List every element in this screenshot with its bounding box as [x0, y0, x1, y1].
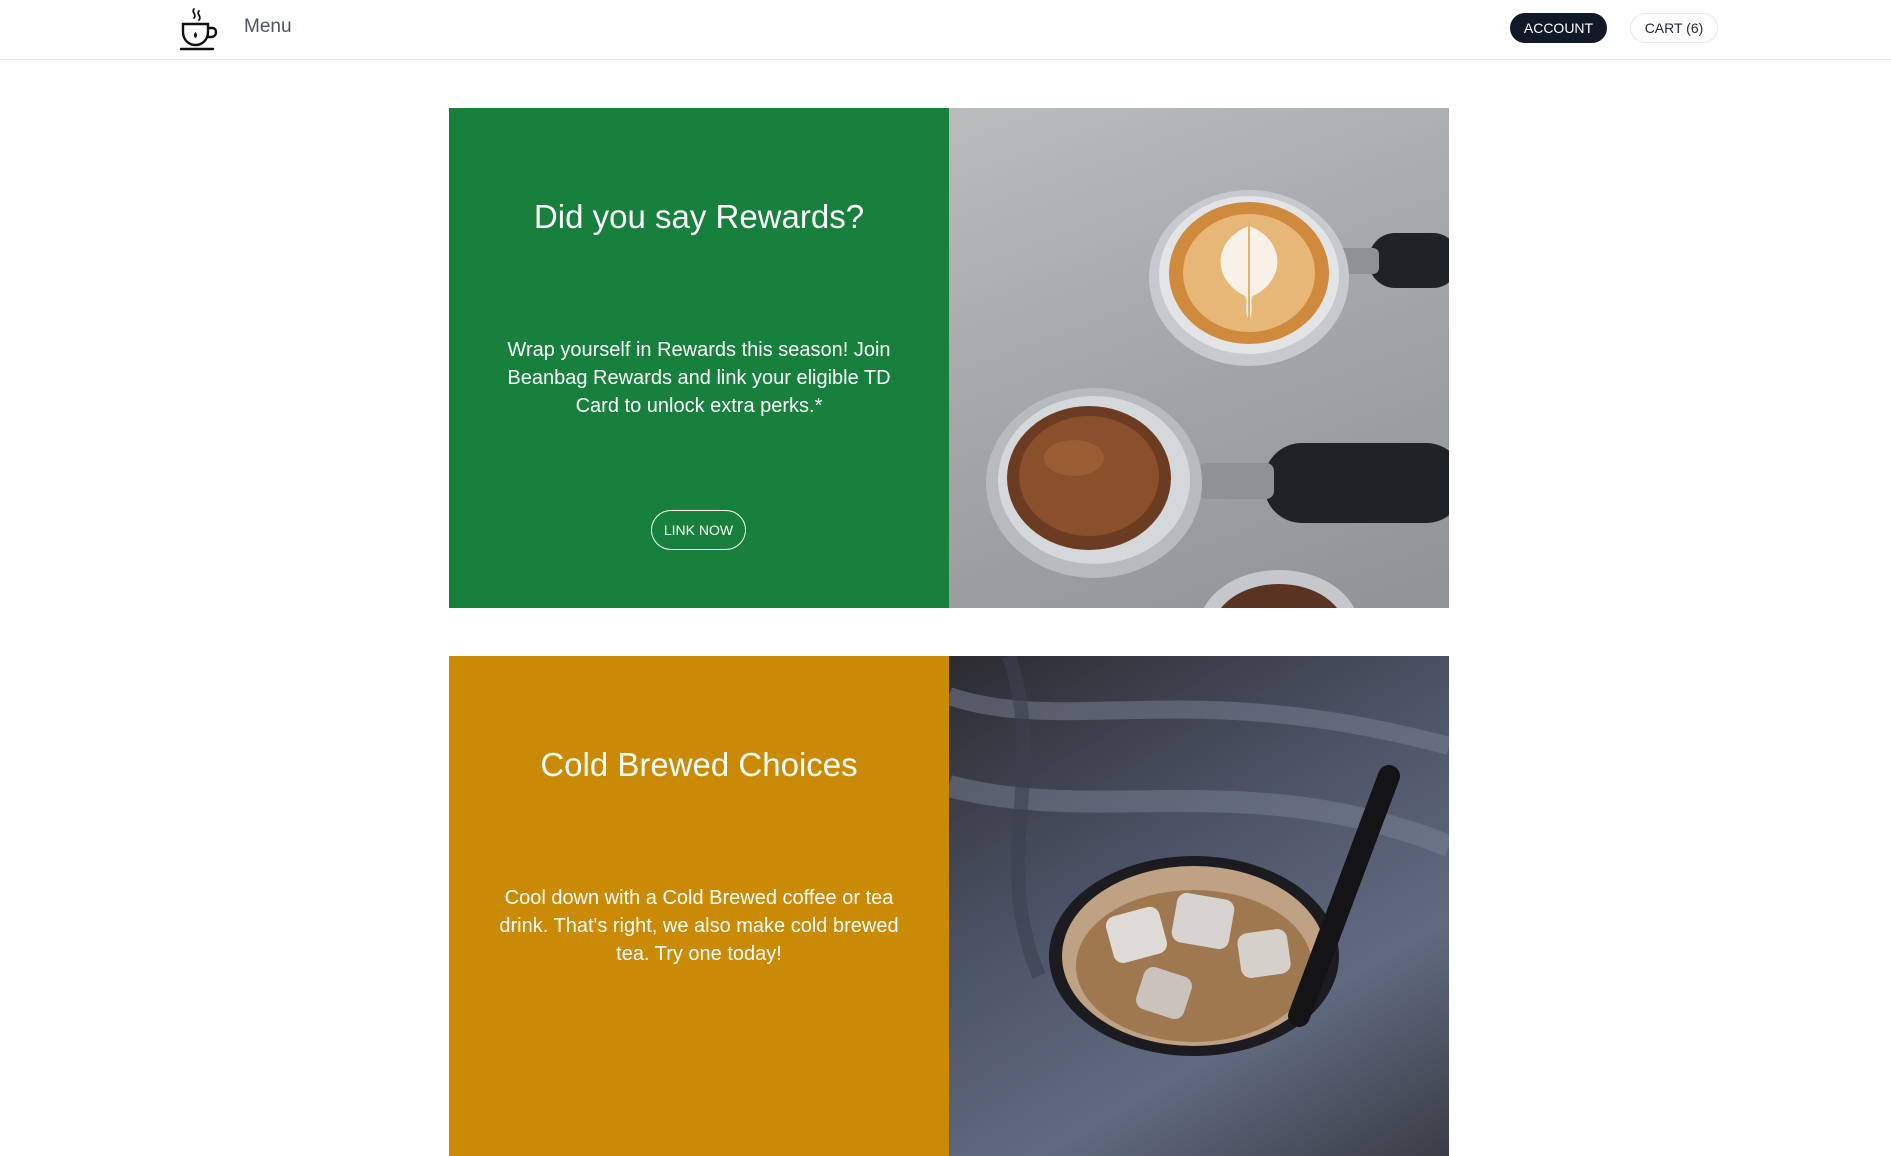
top-navigation-bar: Menu ACCOUNT CART (6)	[0, 0, 1891, 60]
menu-link[interactable]: Menu	[244, 16, 292, 38]
coffee-cup-icon[interactable]	[179, 7, 222, 51]
cold-brew-promo-card: Cold Brewed Choices Cool down with a Col…	[449, 656, 1449, 1156]
promo-title: Cold Brewed Choices	[540, 746, 858, 783]
promo-body: Wrap yourself in Rewards this season! Jo…	[507, 339, 891, 417]
account-button[interactable]: ACCOUNT	[1510, 13, 1607, 43]
promo-body: Cool down with a Cold Brewed coffee or t…	[499, 887, 899, 965]
cold-brew-promo-panel: Cold Brewed Choices Cool down with a Col…	[449, 656, 949, 1156]
promo-title: Did you say Rewards?	[533, 198, 865, 235]
espresso-portafilters-photo	[949, 108, 1449, 608]
rewards-promo-card: Did you say Rewards? Wrap yourself in Re…	[449, 108, 1449, 608]
iced-coffee-photo	[949, 656, 1449, 1156]
rewards-promo-panel: Did you say Rewards? Wrap yourself in Re…	[449, 108, 949, 608]
link-now-button[interactable]: LINK NOW	[651, 510, 746, 550]
cart-button[interactable]: CART (6)	[1630, 13, 1718, 43]
